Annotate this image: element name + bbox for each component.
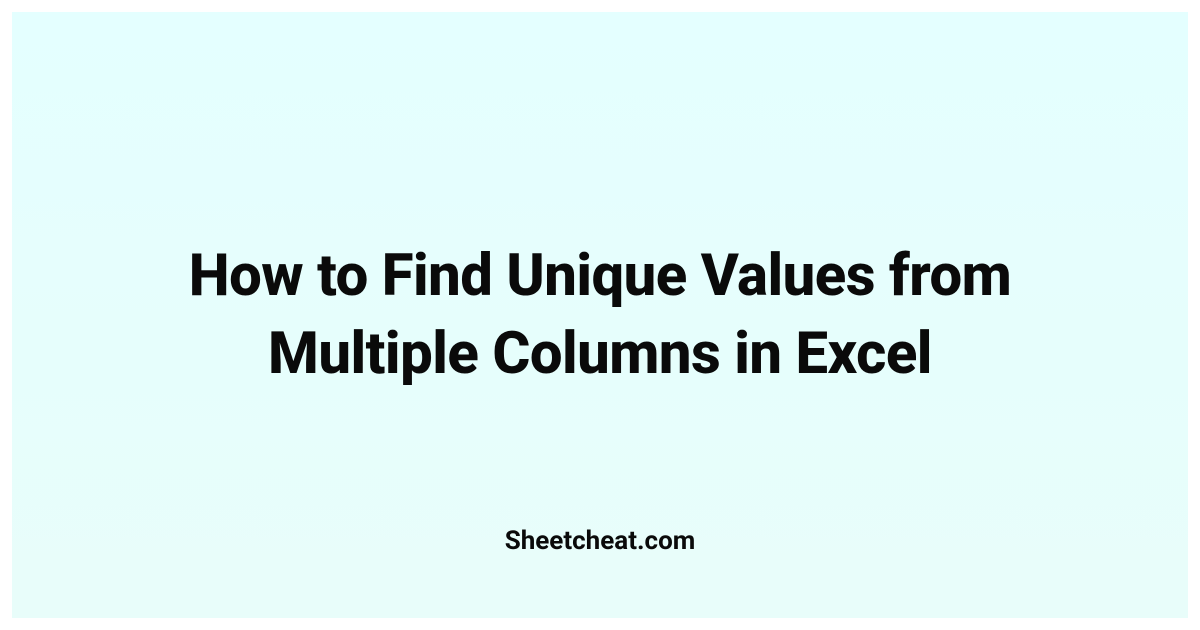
page-title: How to Find Unique Values from Multiple … xyxy=(92,237,1108,394)
site-domain: Sheetcheat.com xyxy=(505,526,696,556)
title-card: How to Find Unique Values from Multiple … xyxy=(12,12,1188,618)
